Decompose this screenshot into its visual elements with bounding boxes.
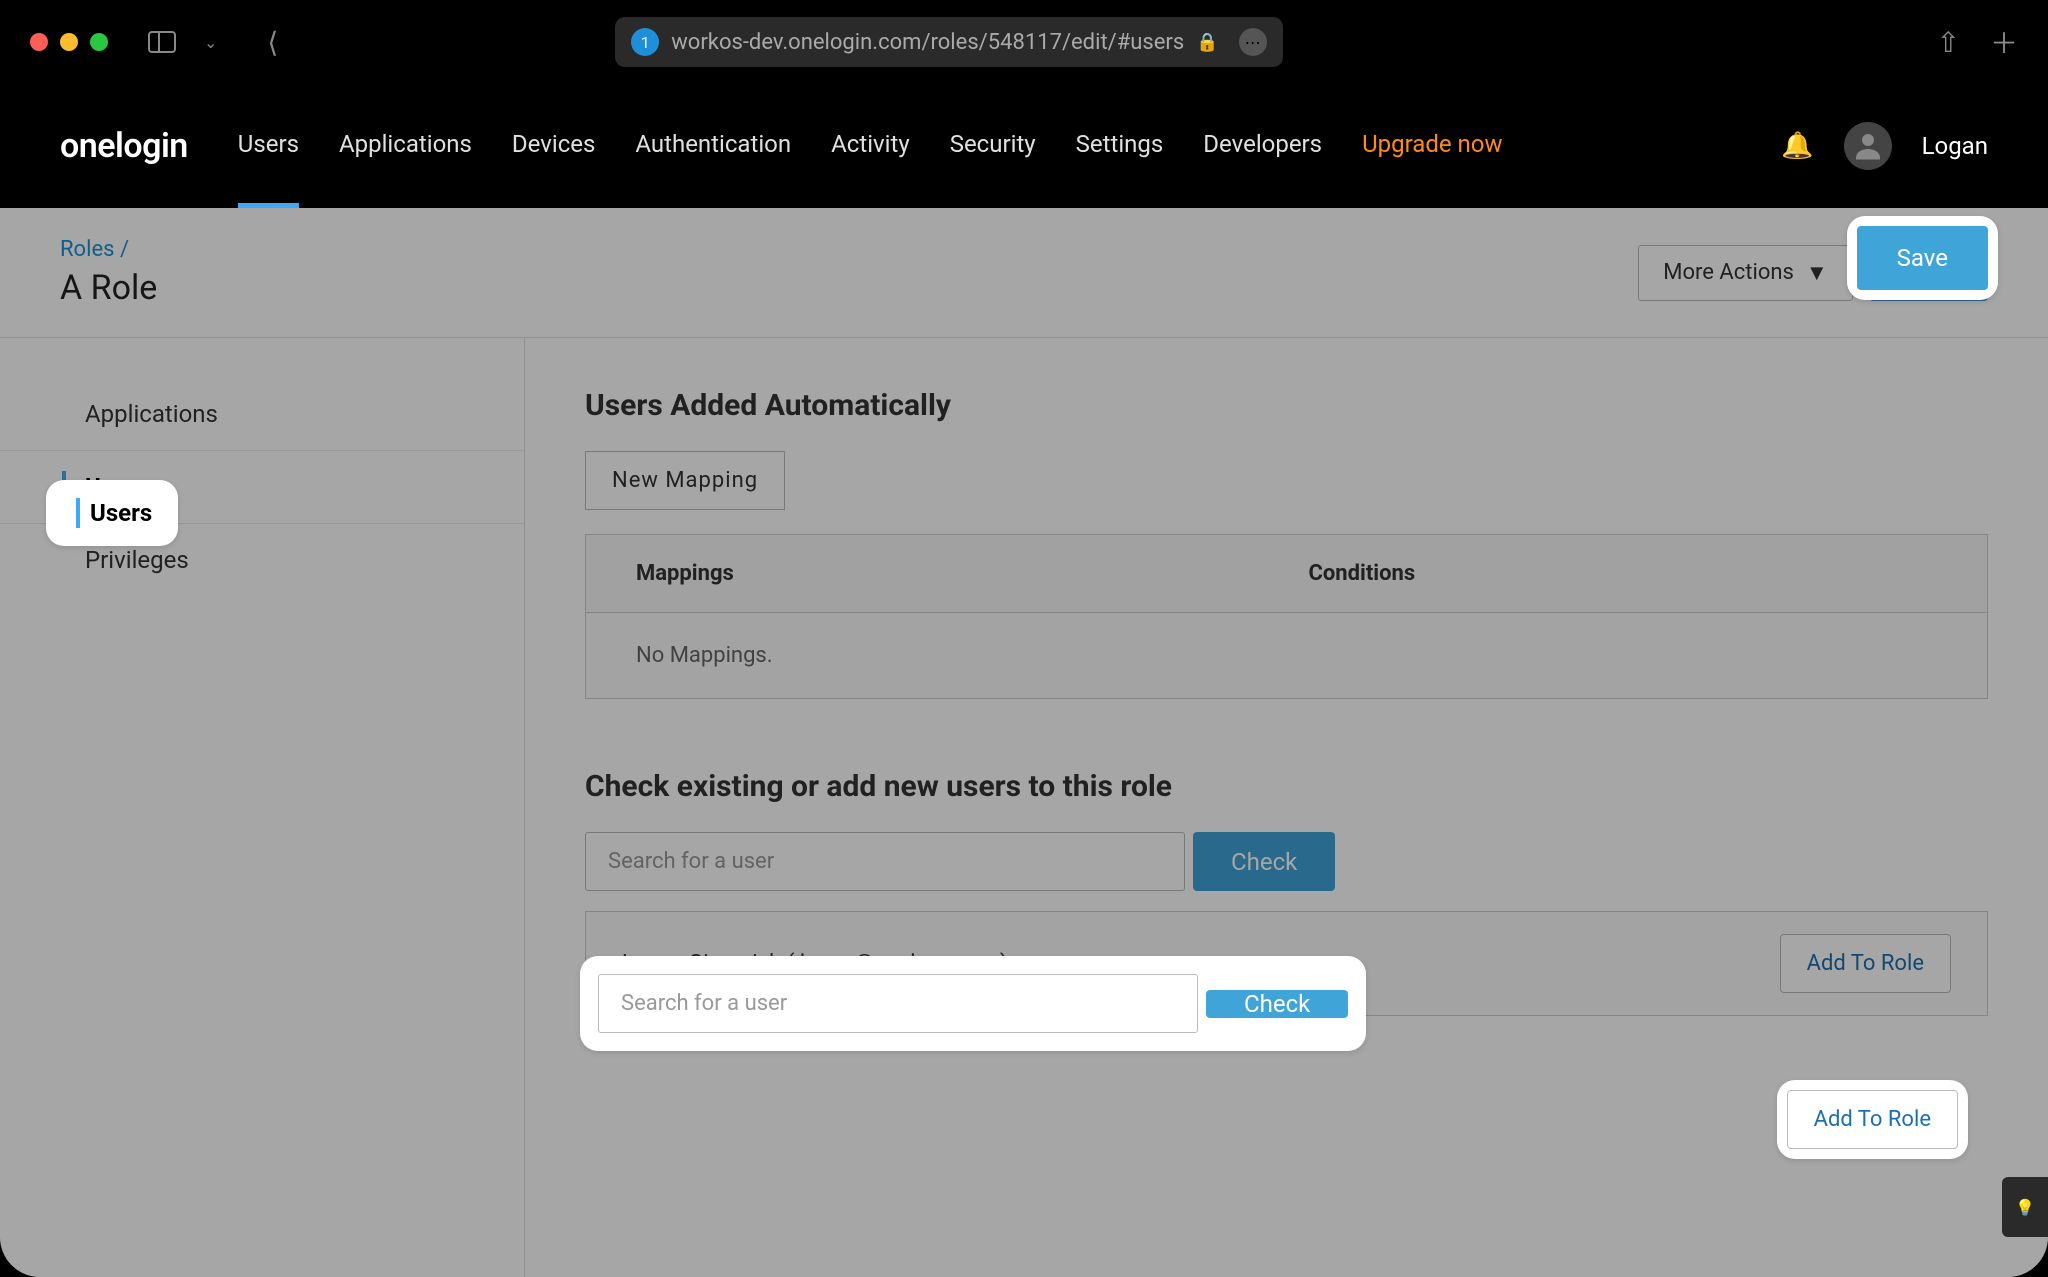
side-tab-users-highlight[interactable]: Users [46,480,178,546]
url-text: workos-dev.onelogin.com/roles/548117/edi… [671,30,1184,55]
user-search-input-highlight[interactable] [598,974,1198,1033]
highlight-search: Check [580,956,1366,1051]
mappings-table: Mappings Conditions No Mappings. [585,534,1988,699]
nav-devices[interactable]: Devices [512,130,595,162]
lock-icon: 🔒 [1196,32,1218,53]
nav-developers[interactable]: Developers [1203,130,1322,162]
check-button[interactable]: Check [1193,832,1335,891]
chevron-down-icon: ▼ [1806,260,1828,286]
more-actions-dropdown[interactable]: More Actions ▼ [1638,245,1852,301]
breadcrumb[interactable]: Roles / [60,237,157,262]
nav-activity[interactable]: Activity [831,130,910,162]
minimize-window-icon[interactable] [60,33,78,51]
save-button-highlight[interactable]: Save [1857,226,1988,290]
user-search-input[interactable] [585,832,1185,891]
page-header: Roles / A Role More Actions ▼ Save [0,208,2048,338]
window-controls [30,33,108,51]
check-button-highlight[interactable]: Check [1206,990,1348,1018]
page-body: Roles / A Role More Actions ▼ Save Appli… [0,208,2048,1277]
col-mappings-header: Mappings [586,535,1258,612]
mappings-empty-state: No Mappings. [586,613,1987,698]
app-nav: onelogin Users Applications Devices Auth… [0,84,2048,208]
side-tab-applications[interactable]: Applications [0,378,524,451]
search-row: Check [585,832,1988,891]
new-tab-icon[interactable]: ＋ [1990,22,2018,62]
address-bar[interactable]: 1 workos-dev.onelogin.com/roles/548117/e… [615,17,1282,67]
maximize-window-icon[interactable] [90,33,108,51]
breadcrumb-sep: / [120,237,129,262]
browser-chrome: ⌄ ⟨ 1 workos-dev.onelogin.com/roles/5481… [0,0,2048,84]
avatar[interactable] [1844,122,1892,170]
tab-count-badge: 1 [631,28,659,56]
chevron-down-icon[interactable]: ⌄ [204,33,217,52]
page-title: A Role [60,268,157,308]
nav-users[interactable]: Users [238,130,299,162]
add-to-role-button-highlight[interactable]: Add To Role [1787,1090,1958,1149]
username-label[interactable]: Logan [1922,132,1988,160]
more-actions-label: More Actions [1663,260,1794,285]
highlight-save: Save [1847,216,1998,300]
highlight-add-to-role: Add To Role [1777,1080,1968,1159]
breadcrumb-roles[interactable]: Roles [60,237,114,262]
nav-settings[interactable]: Settings [1076,130,1164,162]
add-to-role-button[interactable]: Add To Role [1780,934,1951,993]
section-title-auto: Users Added Automatically [585,388,1988,423]
logo[interactable]: onelogin [60,126,188,166]
nav-security[interactable]: Security [950,130,1036,162]
back-icon[interactable]: ⟨ [267,26,278,59]
section-title-check: Check existing or add new users to this … [585,769,1988,804]
share-icon[interactable]: ⇧ [1936,26,1959,59]
notifications-icon[interactable]: 🔔 [1781,131,1813,161]
nav-upgrade[interactable]: Upgrade now [1362,130,1502,162]
nav-authentication[interactable]: Authentication [635,130,791,162]
col-conditions-header: Conditions [1258,535,1987,612]
close-window-icon[interactable] [30,33,48,51]
highlight-users-tab: Users [46,480,178,546]
nav-applications[interactable]: Applications [339,130,472,162]
site-settings-icon[interactable]: ⋯ [1239,28,1267,56]
sidebar-toggle-icon[interactable] [148,31,176,53]
new-mapping-button[interactable]: New Mapping [585,451,785,510]
side-tabs: Applications Users Privileges [0,338,525,1277]
help-bulb-icon[interactable]: 💡 [2002,1177,2048,1237]
